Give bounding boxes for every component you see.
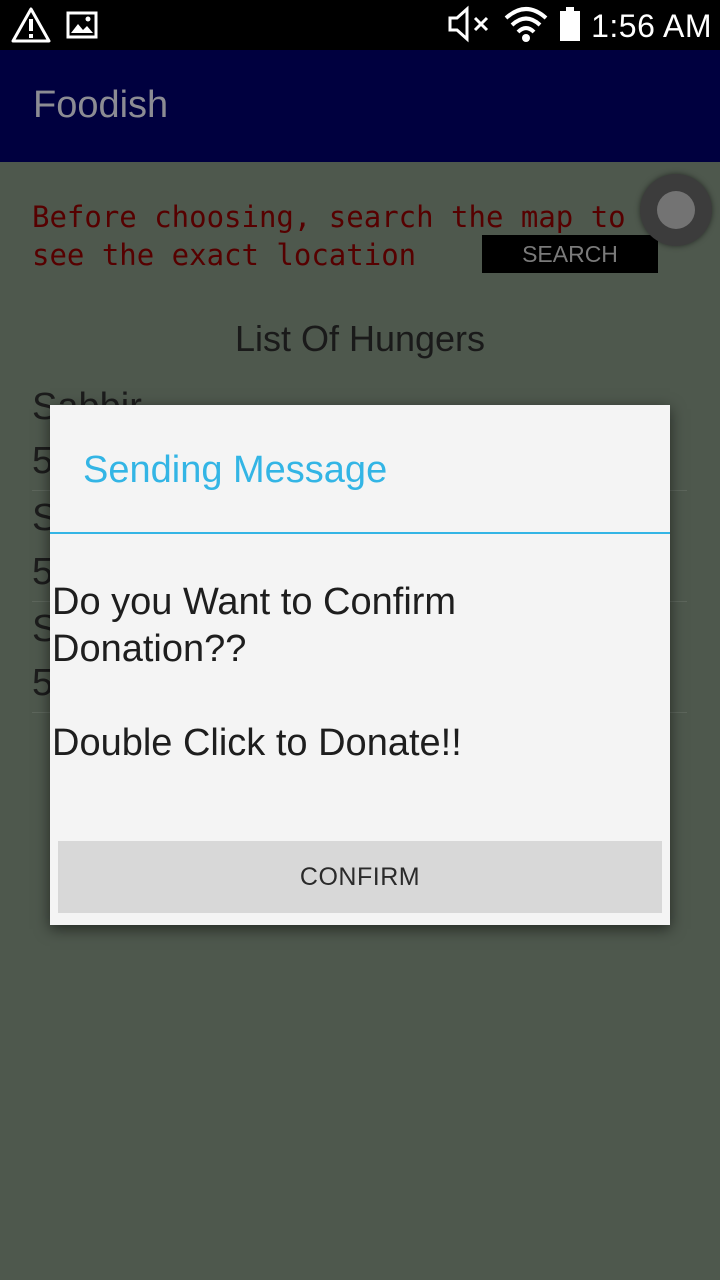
clock: 1:56 AM	[591, 7, 712, 44]
list-title: List Of Hungers	[234, 318, 486, 359]
confirm-button[interactable]: CONFIRM	[58, 841, 662, 913]
dialog-title: Sending Message	[83, 449, 388, 491]
image-icon	[66, 11, 98, 43]
confirm-dialog: Sending Message Do you Want to Confirm D…	[50, 405, 670, 925]
dialog-message: Do you Want to Confirm Donation?? Double…	[52, 581, 462, 764]
wifi-icon	[503, 4, 549, 48]
floating-action-button[interactable]	[640, 174, 712, 246]
battery-icon	[559, 6, 581, 46]
search-button[interactable]: SEARCH	[482, 235, 658, 273]
hint-line-1: Before choosing, search the map to	[32, 200, 626, 234]
circle-icon	[657, 191, 695, 229]
mute-icon	[447, 5, 493, 47]
warning-icon	[10, 6, 52, 48]
app-title: Foodish	[33, 84, 169, 126]
dialog-divider	[50, 532, 670, 534]
status-bar: 1:56 AM	[0, 0, 720, 50]
hint-line-2: see the exact location	[32, 238, 417, 272]
